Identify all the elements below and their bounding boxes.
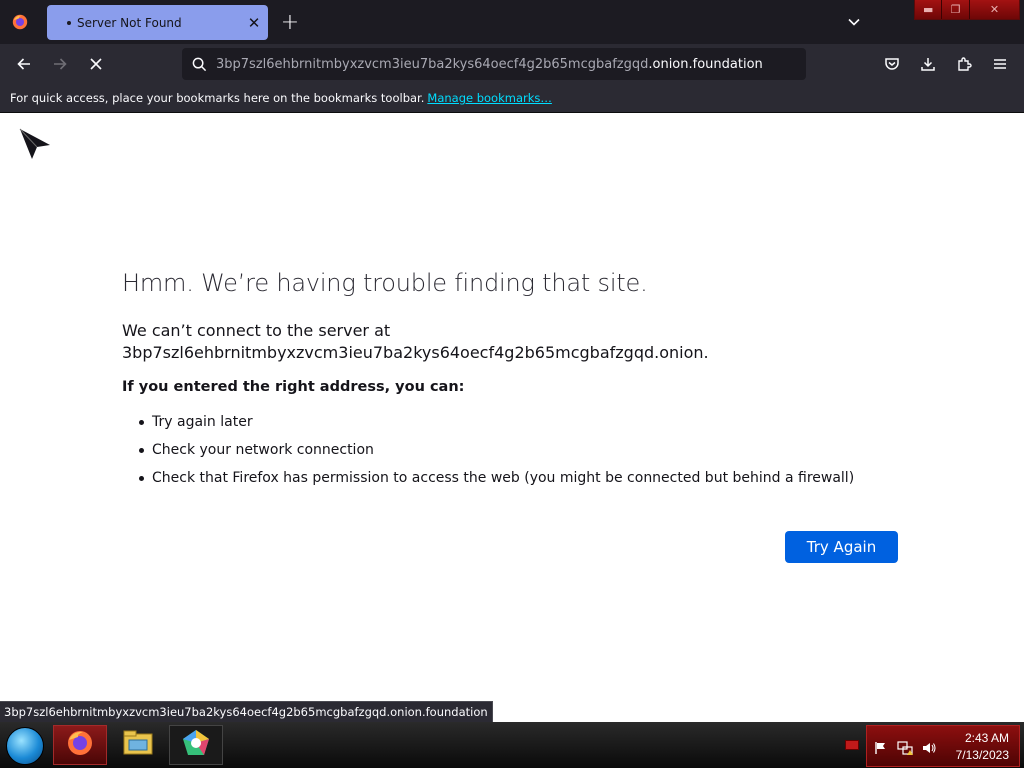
- back-button[interactable]: [10, 50, 38, 78]
- loading-dot-icon: [67, 20, 71, 25]
- clock-date: 7/13/2023: [955, 748, 1009, 762]
- pocket-icon[interactable]: [878, 50, 906, 78]
- clock-time: 2:43 AM: [964, 731, 1009, 745]
- close-tab-icon[interactable]: ✕: [240, 9, 268, 37]
- error-desc-line1: We can’t connect to the server at: [122, 321, 391, 340]
- app-menu-icon[interactable]: [986, 50, 1014, 78]
- list-item: Try again later: [122, 408, 902, 436]
- list-all-tabs-icon[interactable]: [840, 8, 868, 36]
- url-bar[interactable]: 3bp7szl6ehbrnitmbyxzvcm3ieu7ba2kys64oecf…: [182, 48, 806, 80]
- clock[interactable]: 2:43 AM 7/13/2023: [956, 730, 1009, 764]
- error-desc-host: 3bp7szl6ehbrnitmbyxzvcm3ieu7ba2kys64oecf…: [122, 343, 709, 362]
- system-tray: 2:43 AM 7/13/2023: [866, 725, 1020, 767]
- bookmarks-toolbar: For quick access, place your bookmarks h…: [0, 84, 1024, 113]
- error-description: We can’t connect to the server at 3bp7sz…: [122, 320, 902, 364]
- network-icon[interactable]: [897, 740, 913, 756]
- url-text[interactable]: 3bp7szl6ehbrnitmbyxzvcm3ieu7ba2kys64oecf…: [216, 57, 763, 72]
- close-window-button[interactable]: ✕: [969, 0, 1019, 19]
- try-again-button[interactable]: Try Again: [785, 531, 898, 563]
- file-explorer-icon: [121, 728, 155, 762]
- taskbar-file-explorer[interactable]: [111, 725, 165, 765]
- taskbar-firefox[interactable]: [53, 725, 107, 765]
- tab-server-not-found[interactable]: Server Not Found ✕: [47, 5, 268, 40]
- error-hint: If you entered the right address, you ca…: [122, 379, 465, 395]
- search-icon: [182, 57, 216, 72]
- error-title: Hmm. We’re having trouble finding that s…: [122, 269, 648, 297]
- firefox-icon: [65, 728, 95, 762]
- start-button[interactable]: [6, 727, 44, 765]
- url-host-part: 3bp7szl6ehbrnitmbyxzvcm3ieu7ba2kys64oecf…: [216, 56, 649, 72]
- tab-bar: Server Not Found ✕ + ▬ ❐ ✕: [0, 0, 1024, 44]
- app-pentagon-icon: [181, 728, 211, 762]
- new-tab-button[interactable]: +: [276, 8, 304, 36]
- tab-title: Server Not Found: [77, 15, 182, 30]
- volume-icon[interactable]: [921, 740, 937, 756]
- suggestion-list: Try again later Check your network conne…: [122, 408, 902, 492]
- extensions-icon[interactable]: [950, 50, 978, 78]
- stop-loading-button[interactable]: [82, 50, 110, 78]
- downloads-icon[interactable]: [914, 50, 942, 78]
- mouse-pointer-icon: [18, 127, 52, 165]
- notification-flag-icon[interactable]: [845, 740, 859, 750]
- window-controls: ▬ ❐ ✕: [914, 0, 1020, 20]
- url-domain-part: .onion.foundation: [648, 56, 763, 72]
- page-content: Hmm. We’re having trouble finding that s…: [0, 113, 1024, 722]
- bookmarks-hint-text: For quick access, place your bookmarks h…: [10, 91, 425, 105]
- firefox-view-icon[interactable]: [8, 10, 32, 34]
- status-bar-link: 3bp7szl6ehbrnitmbyxzvcm3ieu7ba2kys64oecf…: [0, 701, 493, 722]
- restore-button[interactable]: ❐: [942, 0, 970, 19]
- minimize-button[interactable]: ▬: [915, 0, 943, 19]
- forward-button[interactable]: [46, 50, 74, 78]
- manage-bookmarks-link[interactable]: Manage bookmarks…: [427, 91, 552, 105]
- navigation-toolbar: 3bp7szl6ehbrnitmbyxzvcm3ieu7ba2kys64oecf…: [0, 44, 1024, 84]
- list-item: Check your network connection: [122, 436, 902, 464]
- taskbar-app[interactable]: [169, 725, 223, 765]
- action-center-flag-icon[interactable]: [873, 740, 889, 756]
- error-container: Hmm. We’re having trouble finding that s…: [122, 269, 902, 492]
- list-item: Check that Firefox has permission to acc…: [122, 464, 902, 492]
- taskbar: 2:43 AM 7/13/2023: [0, 722, 1024, 768]
